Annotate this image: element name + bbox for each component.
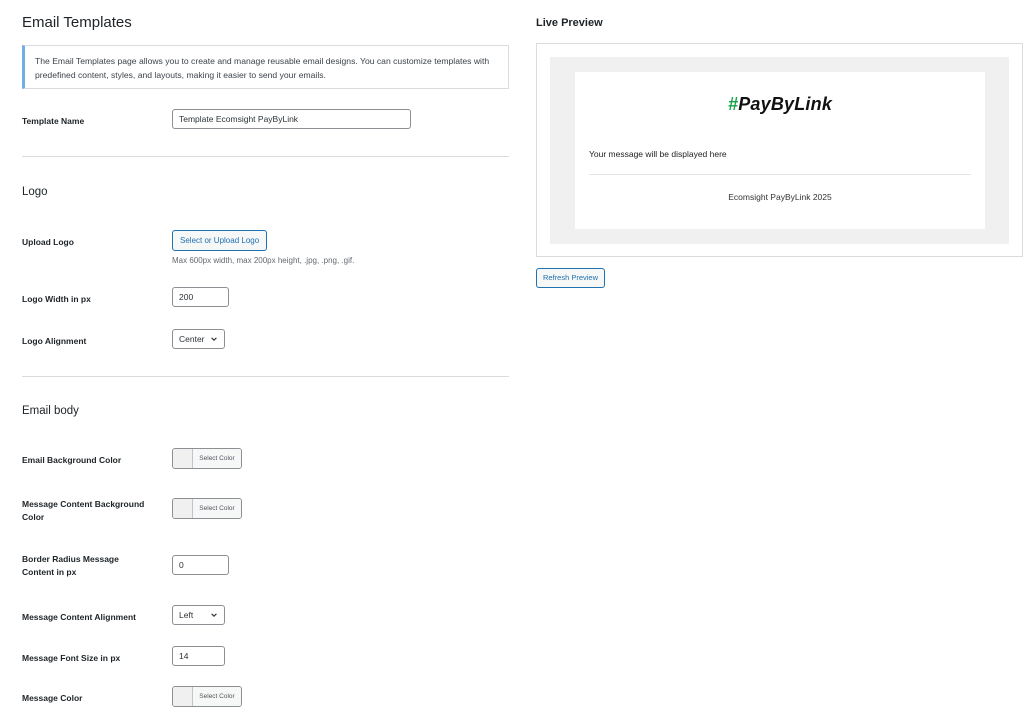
chevron-down-icon bbox=[211, 337, 217, 341]
email-background: #PayByLink Your message will be displaye… bbox=[550, 57, 1009, 244]
logo-alignment-label: Logo Alignment bbox=[22, 336, 87, 346]
upload-logo-row: Upload Logo Select or Upload Logo Max 60… bbox=[22, 230, 509, 270]
upload-logo-label: Upload Logo bbox=[22, 237, 74, 247]
color-swatch[interactable] bbox=[173, 499, 193, 518]
email-body-section-title: Email body bbox=[22, 405, 79, 417]
msg-color-picker[interactable]: Select Color bbox=[172, 686, 242, 707]
msg-bg-color-row: Message Content Background Color Select … bbox=[22, 498, 509, 526]
select-color-button[interactable]: Select Color bbox=[193, 687, 241, 706]
email-bg-color-picker[interactable]: Select Color bbox=[172, 448, 242, 469]
divider bbox=[22, 376, 509, 377]
preview-title: Live Preview bbox=[536, 17, 603, 29]
msg-alignment-value: Left bbox=[179, 610, 194, 620]
select-color-button[interactable]: Select Color bbox=[193, 499, 241, 518]
logo-hash: # bbox=[727, 94, 739, 114]
font-size-row: Message Font Size in px bbox=[22, 646, 509, 668]
page-title: Email Templates bbox=[22, 14, 132, 31]
email-bg-color-label: Email Background Color bbox=[22, 455, 122, 465]
msg-alignment-select[interactable]: Left bbox=[172, 605, 225, 625]
divider bbox=[22, 156, 509, 157]
color-swatch[interactable] bbox=[173, 449, 193, 468]
msg-alignment-row: Message Content Alignment Left bbox=[22, 605, 509, 627]
color-swatch[interactable] bbox=[173, 687, 193, 706]
email-message: Your message will be displayed here bbox=[589, 149, 727, 159]
email-bg-color-row: Email Background Color Select Color bbox=[22, 448, 509, 470]
upload-logo-button[interactable]: Select or Upload Logo bbox=[172, 230, 268, 251]
email-footer: Ecomsight PayByLink 2025 bbox=[728, 192, 832, 202]
border-radius-row: Border Radius Message Content in px bbox=[22, 553, 509, 581]
live-preview-box: #PayByLink Your message will be displaye… bbox=[536, 43, 1023, 257]
msg-bg-color-label: Message Content Background Color bbox=[22, 499, 145, 522]
logo-alignment-row: Logo Alignment Center bbox=[22, 329, 509, 351]
logo-alignment-select[interactable]: Center bbox=[172, 329, 225, 349]
template-name-row: Template Name bbox=[22, 109, 509, 131]
email-logo: #PayByLink bbox=[575, 94, 985, 115]
logo-width-label: Logo Width in px bbox=[22, 294, 91, 304]
logo-width-row: Logo Width in px bbox=[22, 287, 509, 309]
logo-alignment-value: Center bbox=[179, 334, 205, 344]
msg-bg-color-picker[interactable]: Select Color bbox=[172, 498, 242, 519]
border-radius-input[interactable] bbox=[172, 555, 229, 575]
border-radius-label: Border Radius Message Content in px bbox=[22, 554, 119, 577]
logo-text: PayByLink bbox=[738, 94, 833, 114]
template-name-input[interactable] bbox=[172, 109, 411, 129]
refresh-preview-button[interactable]: Refresh Preview bbox=[536, 267, 606, 288]
info-notice: The Email Templates page allows you to c… bbox=[22, 45, 509, 89]
email-divider bbox=[589, 174, 971, 175]
logo-width-input[interactable] bbox=[172, 287, 229, 307]
email-content: #PayByLink Your message will be displaye… bbox=[575, 72, 985, 229]
template-name-label: Template Name bbox=[22, 116, 85, 126]
msg-alignment-label: Message Content Alignment bbox=[22, 612, 136, 622]
upload-logo-hint: Max 600px width, max 200px height, .jpg,… bbox=[172, 256, 355, 265]
logo-section-title: Logo bbox=[22, 186, 48, 198]
chevron-down-icon bbox=[211, 613, 217, 617]
font-size-input[interactable] bbox=[172, 646, 225, 666]
select-color-button[interactable]: Select Color bbox=[193, 449, 241, 468]
msg-color-row: Message Color Select Color bbox=[22, 686, 509, 708]
msg-color-label: Message Color bbox=[22, 693, 83, 703]
font-size-label: Message Font Size in px bbox=[22, 653, 121, 663]
